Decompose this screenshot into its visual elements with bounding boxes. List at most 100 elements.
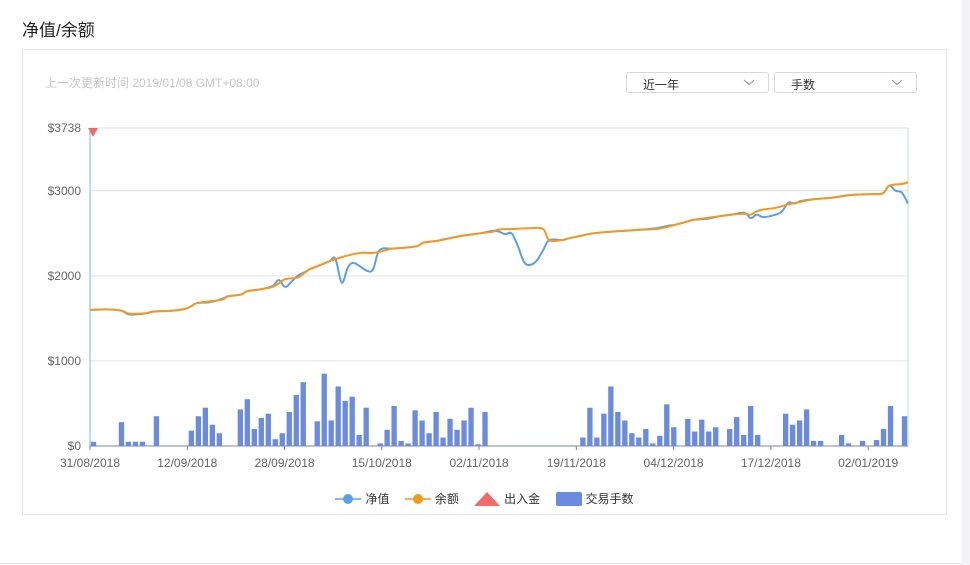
lots-bar bbox=[587, 407, 593, 446]
lots-bar bbox=[237, 409, 243, 446]
lots-bar bbox=[188, 430, 195, 446]
lots-bar bbox=[293, 394, 299, 446]
legend-label-lots: 交易手数 bbox=[585, 492, 634, 506]
lots-bar bbox=[433, 411, 439, 446]
lots-bar bbox=[664, 404, 670, 446]
lots-bar bbox=[209, 424, 216, 446]
lots-bar bbox=[447, 418, 453, 446]
net-value-balance-chart: $0 $1000 $2000 $3000 $3738 31/08/2018 12/09/20… bbox=[48, 121, 909, 470]
lots-bar bbox=[118, 422, 125, 446]
lots-bar bbox=[251, 428, 257, 446]
lots-bar bbox=[349, 396, 355, 446]
lots-bar bbox=[782, 413, 789, 446]
x-tick-label: 15/10/2018 bbox=[352, 456, 412, 470]
x-tick-label: 04/12/2018 bbox=[644, 456, 704, 470]
lots-bar bbox=[356, 434, 362, 446]
lots-bar bbox=[685, 418, 691, 446]
lots-bar bbox=[741, 434, 747, 446]
lots-bar bbox=[300, 382, 306, 446]
lots-bar bbox=[817, 440, 824, 446]
lots-bar bbox=[713, 427, 719, 446]
time-range-value: 近一年 bbox=[643, 78, 680, 92]
bar-rect-icon bbox=[555, 491, 582, 506]
lots-bar bbox=[391, 406, 397, 446]
lots-bar bbox=[90, 441, 97, 446]
y-tick-label: $2000 bbox=[48, 269, 82, 283]
lots-bar bbox=[377, 443, 383, 446]
lots-bar bbox=[594, 437, 600, 446]
legend-label-net-value: 净值 bbox=[365, 492, 390, 506]
y-tick-label: $1000 bbox=[48, 354, 82, 368]
lots-bar bbox=[887, 406, 894, 446]
divider bbox=[0, 563, 962, 564]
lots-bar bbox=[706, 431, 712, 446]
lots-bar bbox=[873, 440, 880, 446]
lots-bar bbox=[398, 440, 404, 446]
lots-bar bbox=[265, 413, 271, 446]
legend-item-net-value[interactable]: 净值 bbox=[335, 490, 389, 507]
chart-legend: 净值 余额 出入金 交易手数 bbox=[23, 490, 946, 507]
lots-bar bbox=[482, 411, 488, 446]
lots-bar bbox=[153, 416, 160, 446]
lots-bar bbox=[195, 416, 202, 446]
lots-bar bbox=[335, 386, 341, 446]
lots-bar bbox=[901, 416, 908, 446]
lots-bar bbox=[279, 433, 285, 446]
lots-bar bbox=[314, 421, 320, 446]
balance-line bbox=[89, 181, 909, 315]
lots-bar bbox=[405, 443, 411, 446]
legend-item-balance[interactable]: 余额 bbox=[404, 490, 459, 507]
lots-bar bbox=[125, 441, 132, 446]
lots-bar bbox=[440, 437, 446, 446]
lots-bar bbox=[461, 420, 467, 446]
metric-select[interactable]: 手数 bbox=[774, 72, 917, 93]
lots-bar bbox=[412, 410, 418, 446]
lots-bar bbox=[803, 409, 810, 446]
lots-bar bbox=[139, 441, 146, 446]
lots-bar bbox=[880, 428, 887, 446]
lots-bar bbox=[859, 440, 866, 446]
lots-bar bbox=[671, 427, 677, 446]
lots-bar bbox=[202, 407, 209, 446]
lots-bar bbox=[132, 441, 139, 446]
lots-bar bbox=[272, 439, 278, 446]
lots-bar bbox=[342, 400, 348, 446]
lots-bar bbox=[643, 428, 649, 446]
lots-bar bbox=[321, 373, 327, 446]
legend-item-deposit[interactable]: 出入金 bbox=[474, 490, 540, 507]
page-title: 净值/余额 bbox=[22, 21, 95, 40]
lots-bar bbox=[468, 407, 474, 446]
y-tick-label: $3000 bbox=[48, 184, 82, 198]
lots-bar bbox=[384, 429, 390, 446]
chevron-down-icon bbox=[891, 79, 903, 86]
lots-bar bbox=[650, 443, 656, 446]
lots-bar bbox=[615, 411, 621, 446]
legend-label-balance: 余额 bbox=[434, 492, 459, 506]
x-tick-label: 19/11/2018 bbox=[547, 456, 606, 470]
page: 净值/余额 $0 $1000 $2000 $3000 $3738 31/08/2018 12… bbox=[0, 0, 962, 565]
lots-bar bbox=[258, 417, 264, 446]
chevron-down-icon bbox=[743, 79, 755, 86]
lots-bar bbox=[629, 433, 635, 446]
line-circle-icon bbox=[404, 493, 431, 504]
legend-label-deposit: 出入金 bbox=[504, 492, 541, 506]
time-range-select[interactable]: 近一年 bbox=[626, 72, 769, 93]
y-tick-label: $3738 bbox=[48, 121, 82, 135]
lots-bar bbox=[657, 435, 663, 446]
chart-card: $0 $1000 $2000 $3000 $3738 31/08/2018 12/09/20… bbox=[22, 49, 947, 515]
lots-bar bbox=[426, 433, 432, 446]
lots-bar bbox=[845, 443, 852, 446]
lots-bar bbox=[608, 386, 614, 446]
lots-bar bbox=[699, 419, 705, 446]
lots-bar bbox=[622, 420, 628, 446]
scrollbar-track[interactable] bbox=[962, 0, 970, 565]
lots-bar bbox=[286, 411, 292, 446]
x-tick-label: 31/08/2018 bbox=[60, 456, 120, 470]
lots-bar bbox=[734, 417, 740, 446]
line-circle-icon bbox=[335, 493, 362, 504]
lots-bar bbox=[454, 429, 460, 446]
lots-bar bbox=[363, 407, 369, 446]
lots-bar bbox=[636, 437, 642, 446]
legend-item-lots[interactable]: 交易手数 bbox=[555, 490, 634, 507]
lots-bar bbox=[810, 440, 817, 446]
